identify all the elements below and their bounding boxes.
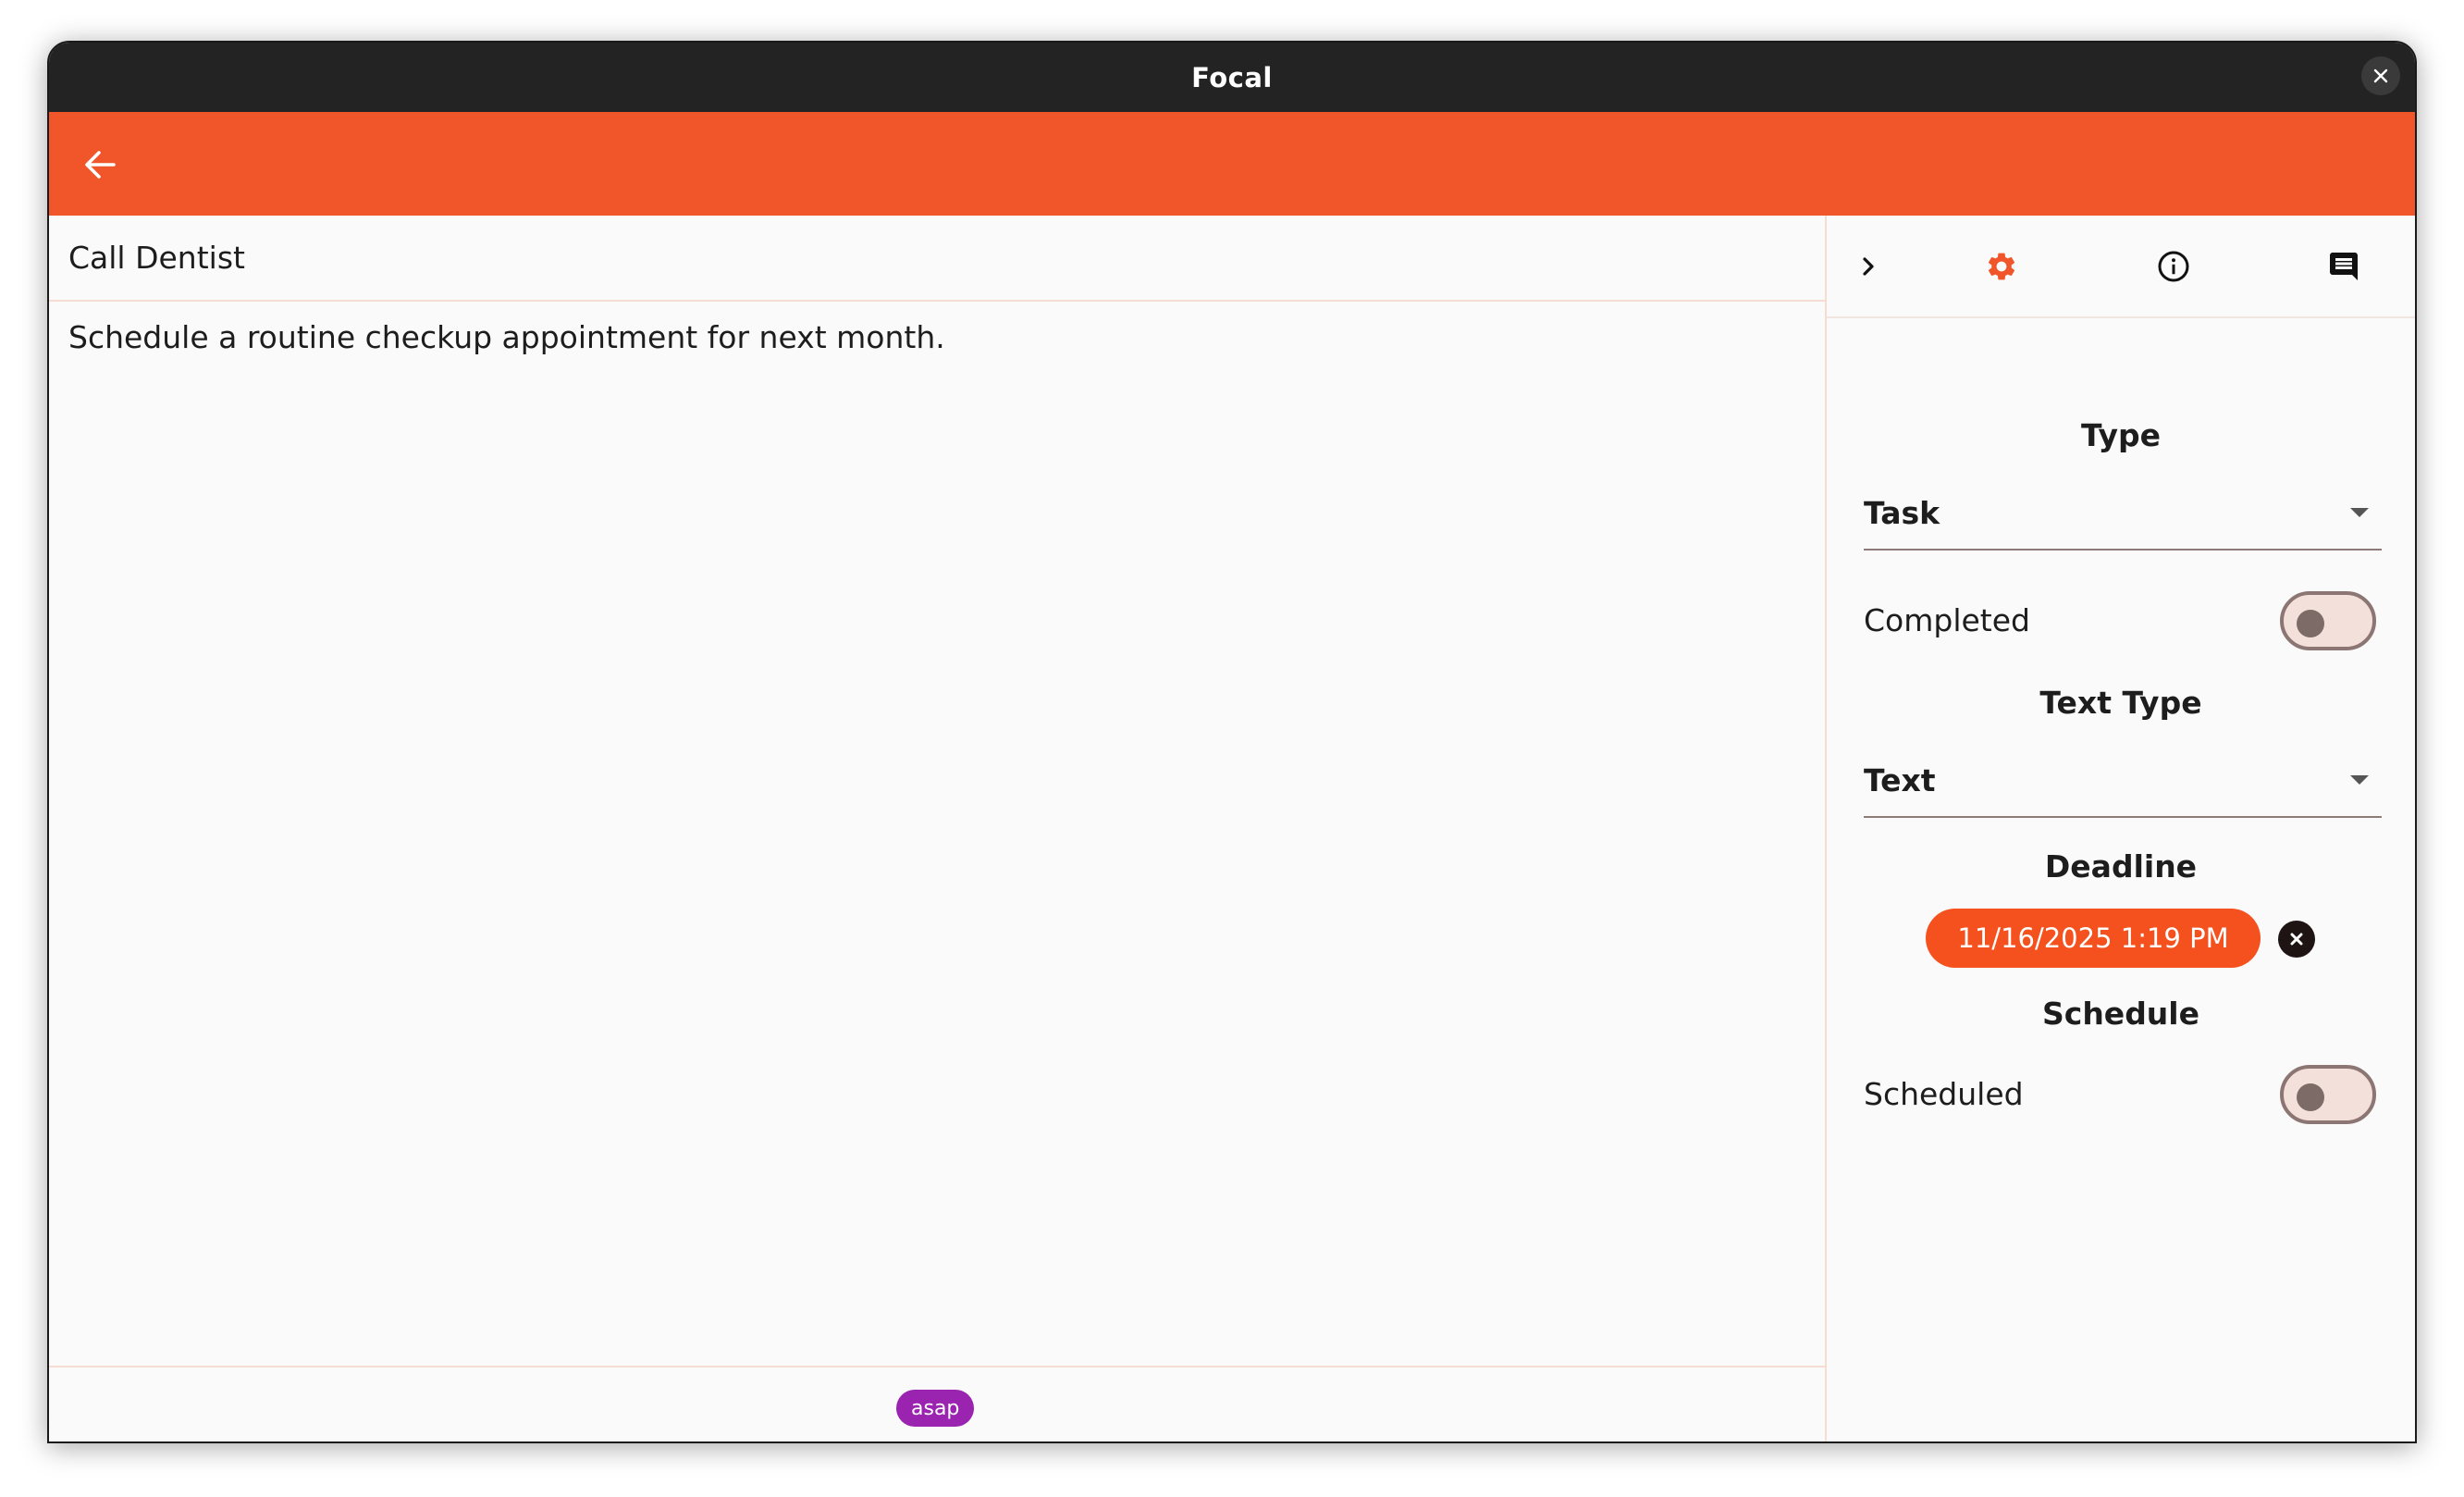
deadline-heading: Deadline — [2044, 848, 2198, 885]
dropdown-arrow-icon — [2350, 775, 2369, 785]
close-window-button[interactable] — [2361, 56, 2400, 95]
text-type-heading: Text Type — [2039, 685, 2202, 721]
completed-label: Completed — [1864, 602, 2030, 638]
chevron-right-icon — [1863, 257, 1874, 276]
gear-icon — [1988, 253, 2015, 280]
note-title-field[interactable]: Call Dentist — [49, 216, 1825, 302]
scheduled-row: Scheduled — [1864, 1065, 2382, 1126]
dropdown-arrow-icon — [2350, 508, 2369, 517]
text-type-dropdown[interactable]: Text — [1864, 753, 2382, 818]
tag-chip[interactable]: asap — [896, 1390, 975, 1427]
info-icon — [2158, 251, 2189, 282]
schedule-heading: Schedule — [2041, 996, 2199, 1032]
note-body-field[interactable]: Schedule a routine checkup appointment f… — [68, 319, 1806, 356]
type-heading: Type — [2080, 417, 2162, 453]
settings-sidebar: Type Task Completed Text Type Text Deadl… — [1827, 216, 2415, 1441]
app-bar — [49, 112, 2415, 216]
tab-settings[interactable] — [1976, 241, 2027, 292]
note-editor: Call Dentist Schedule a routine checkup … — [49, 216, 1827, 1441]
tab-info[interactable] — [2148, 241, 2199, 292]
window-title: Focal — [1191, 61, 1273, 93]
collapse-sidebar-button[interactable] — [1842, 241, 1894, 292]
text-type-value: Text — [1864, 762, 1936, 798]
scheduled-toggle[interactable] — [2280, 1065, 2376, 1124]
completed-row: Completed — [1864, 591, 2382, 652]
app-window: Focal Call Dentist Schedule a routine ch… — [47, 41, 2417, 1443]
comment-icon — [2330, 253, 2358, 280]
type-value: Task — [1864, 495, 1940, 531]
arrow-left-icon — [85, 151, 116, 179]
title-bar[interactable]: Focal — [49, 43, 2415, 112]
tags-bar: asap — [49, 1366, 1825, 1441]
toggle-knob — [2297, 610, 2324, 637]
tab-comments[interactable] — [2318, 241, 2370, 292]
toggle-knob — [2297, 1083, 2324, 1111]
close-icon — [2290, 933, 2303, 946]
clear-deadline-button[interactable] — [2278, 921, 2315, 958]
completed-toggle[interactable] — [2280, 591, 2376, 650]
close-icon — [2373, 68, 2388, 83]
back-button[interactable] — [77, 142, 123, 188]
scheduled-label: Scheduled — [1864, 1076, 2024, 1112]
deadline-button[interactable]: 11/16/2025 1:19 PM — [1926, 909, 2261, 968]
type-dropdown[interactable]: Task — [1864, 486, 2382, 551]
sidebar-tabs — [1827, 216, 2415, 318]
